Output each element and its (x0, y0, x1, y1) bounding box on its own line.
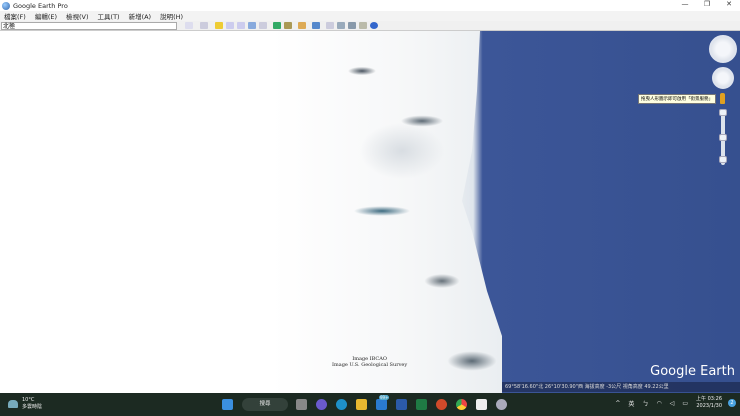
volume-icon[interactable]: ◁ (670, 400, 675, 407)
battery-icon[interactable]: ▭ (682, 400, 688, 407)
system-tray: ^ 英 ㄅ ◠ ◁ ▭ 上午 03:26 2023/1/30 2 (607, 396, 736, 410)
taskbar-search[interactable]: 搜尋 (242, 398, 288, 411)
maps-icon[interactable] (359, 22, 367, 29)
ruler-icon[interactable] (312, 22, 320, 29)
clock-time: 上午 03:26 (696, 396, 722, 402)
chrome-icon[interactable] (456, 399, 467, 410)
store-icon[interactable] (476, 399, 487, 410)
imagery-credits: Image IBCAO Image U.S. Geological Survey (332, 356, 407, 368)
menu-file[interactable]: 檔案(F) (4, 11, 26, 21)
polygon-icon[interactable] (226, 22, 234, 29)
file-explorer-icon[interactable] (356, 399, 367, 410)
save-image-icon[interactable] (348, 22, 356, 29)
chevron-up-icon[interactable]: ^ (615, 400, 620, 407)
clock[interactable]: 上午 03:26 2023/1/30 (696, 396, 722, 410)
menu-view[interactable]: 檢視(V) (66, 11, 89, 21)
zoom-in-button[interactable] (719, 109, 727, 116)
planets-icon[interactable] (298, 22, 306, 29)
email-icon[interactable] (326, 22, 334, 29)
print-icon[interactable] (337, 22, 345, 29)
streetview-tooltip: 拖曳人形圖示即可啟用「街景服務」 (638, 94, 716, 104)
zoom-out-button[interactable] (719, 156, 727, 163)
window-title: Google Earth Pro (13, 1, 68, 10)
notification-badge[interactable]: 2 (728, 399, 736, 407)
search-input[interactable]: 北極 (1, 21, 177, 30)
tour-icon[interactable] (259, 22, 267, 29)
zoom-slider-handle[interactable] (719, 134, 727, 141)
word-icon[interactable] (396, 399, 407, 410)
mail-icon[interactable]: 99+ (376, 395, 390, 410)
input-language[interactable]: 英 (628, 399, 634, 408)
earth-gallery-icon[interactable] (370, 22, 378, 29)
move-control[interactable] (712, 67, 734, 89)
taskbar: 10°C 多雲時陰 搜尋 99+ ^ 英 ㄅ ◠ ◁ ▭ 上午 03:26 20… (0, 393, 740, 416)
greenland-ice-terrain (272, 31, 502, 393)
toolbar: 北極 (0, 21, 740, 31)
overlay-icon[interactable] (248, 22, 256, 29)
clock-date: 2023/1/30 (696, 403, 722, 409)
wifi-icon[interactable]: ◠ (656, 400, 661, 407)
historical-imagery-icon[interactable] (273, 22, 281, 29)
weather-desc: 多雲時陰 (22, 404, 43, 410)
maximize-button[interactable]: ❐ (696, 0, 718, 8)
start-icon[interactable] (222, 399, 233, 410)
taskbar-search-label: 搜尋 (259, 401, 271, 407)
powerpoint-icon[interactable] (436, 399, 447, 410)
ime-icon[interactable]: ㄅ (642, 399, 648, 408)
sidebar-toggle-icon[interactable] (200, 22, 208, 29)
status-bar: 69°58'16.60"北 26°10'30.90"西 海拔高度 -3公尺 視角… (502, 382, 740, 392)
close-button[interactable]: ✕ (718, 0, 740, 8)
minimize-button[interactable]: — (674, 0, 696, 8)
search-icon[interactable] (185, 22, 193, 29)
sunlight-icon[interactable] (284, 22, 292, 29)
google-earth-logo-icon (2, 1, 10, 10)
teams-chat-icon[interactable] (316, 399, 327, 410)
path-icon[interactable] (237, 22, 245, 29)
google-earth-taskbar-icon[interactable] (496, 399, 507, 410)
credit-line: Image U.S. Geological Survey (332, 362, 408, 368)
menu-edit[interactable]: 編輯(E) (35, 11, 57, 21)
placemark-icon[interactable] (215, 22, 223, 29)
sidebar-panel (0, 31, 272, 393)
weather-widget[interactable]: 10°C 多雲時陰 (8, 397, 42, 411)
title-bar: Google Earth Pro — ❐ ✕ (0, 0, 740, 11)
edge-icon[interactable] (336, 399, 347, 410)
menu-help[interactable]: 說明(H) (160, 11, 183, 21)
menu-bar: 檔案(F) 編輯(E) 檢視(V) 工具(T) 新增(A) 說明(H) (0, 11, 740, 21)
map-view[interactable]: Image IBCAO Image U.S. Geological Survey… (272, 31, 740, 393)
menu-tools[interactable]: 工具(T) (98, 11, 120, 21)
menu-add[interactable]: 新增(A) (129, 11, 152, 21)
pegman-icon[interactable] (720, 93, 725, 104)
mail-badge: 99+ (379, 395, 390, 400)
weather-temp: 10°C (22, 397, 35, 403)
excel-icon[interactable] (416, 399, 427, 410)
look-compass-control[interactable] (709, 35, 737, 63)
cloud-icon (8, 400, 18, 408)
task-view-icon[interactable] (296, 399, 307, 410)
google-earth-watermark: Google Earth (650, 364, 735, 379)
